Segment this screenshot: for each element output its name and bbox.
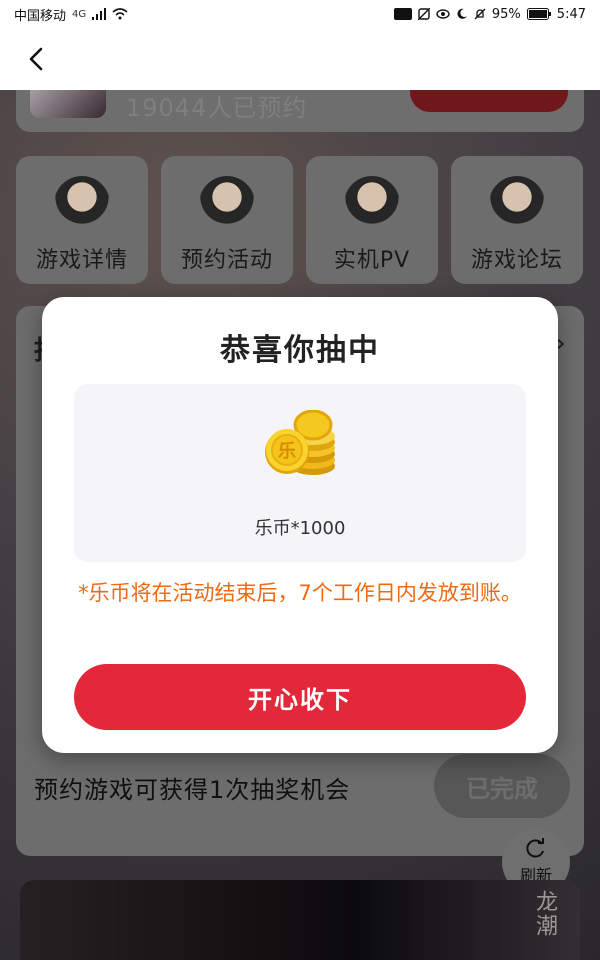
prize-label: 乐币*1000 [254, 518, 346, 539]
eye-icon [436, 9, 450, 19]
coin-glyph: 乐 [278, 441, 296, 462]
top-nav [0, 28, 600, 90]
status-right: 95% 5:47 [393, 6, 586, 22]
network-label: 4G [72, 8, 87, 20]
moon-icon [457, 8, 467, 19]
battery-percent: 95% [491, 6, 521, 22]
prize-box: 乐 乐币*1000 [74, 384, 526, 562]
prize-notice: *乐币将在活动结束后，7个工作日内发放到账。 [78, 581, 522, 605]
battery-icon [526, 8, 551, 20]
prize-dialog: 恭喜你抽中 乐 乐币*1000 *乐币将在活动结束后，7个工作日内发放到账。 开… [42, 297, 558, 753]
wifi-icon [112, 8, 128, 20]
carrier-label: 中国移动 [14, 8, 67, 24]
signal-icon [92, 8, 107, 20]
status-left: 中国移动 4G [14, 5, 128, 24]
accept-prize-button[interactable]: 开心收下 [74, 664, 526, 730]
coin-stack-icon: 乐 [265, 410, 335, 475]
no-sim-icon [417, 8, 430, 20]
status-bar: 中国移动 4G 95% 5:47 [0, 0, 600, 28]
dialog-title: 恭喜你抽中 [220, 333, 380, 368]
mute-bell-icon [474, 8, 486, 20]
back-button[interactable] [22, 45, 50, 73]
chevron-left-icon [29, 47, 43, 71]
hd-icon [393, 8, 412, 20]
clock: 5:47 [556, 6, 586, 22]
